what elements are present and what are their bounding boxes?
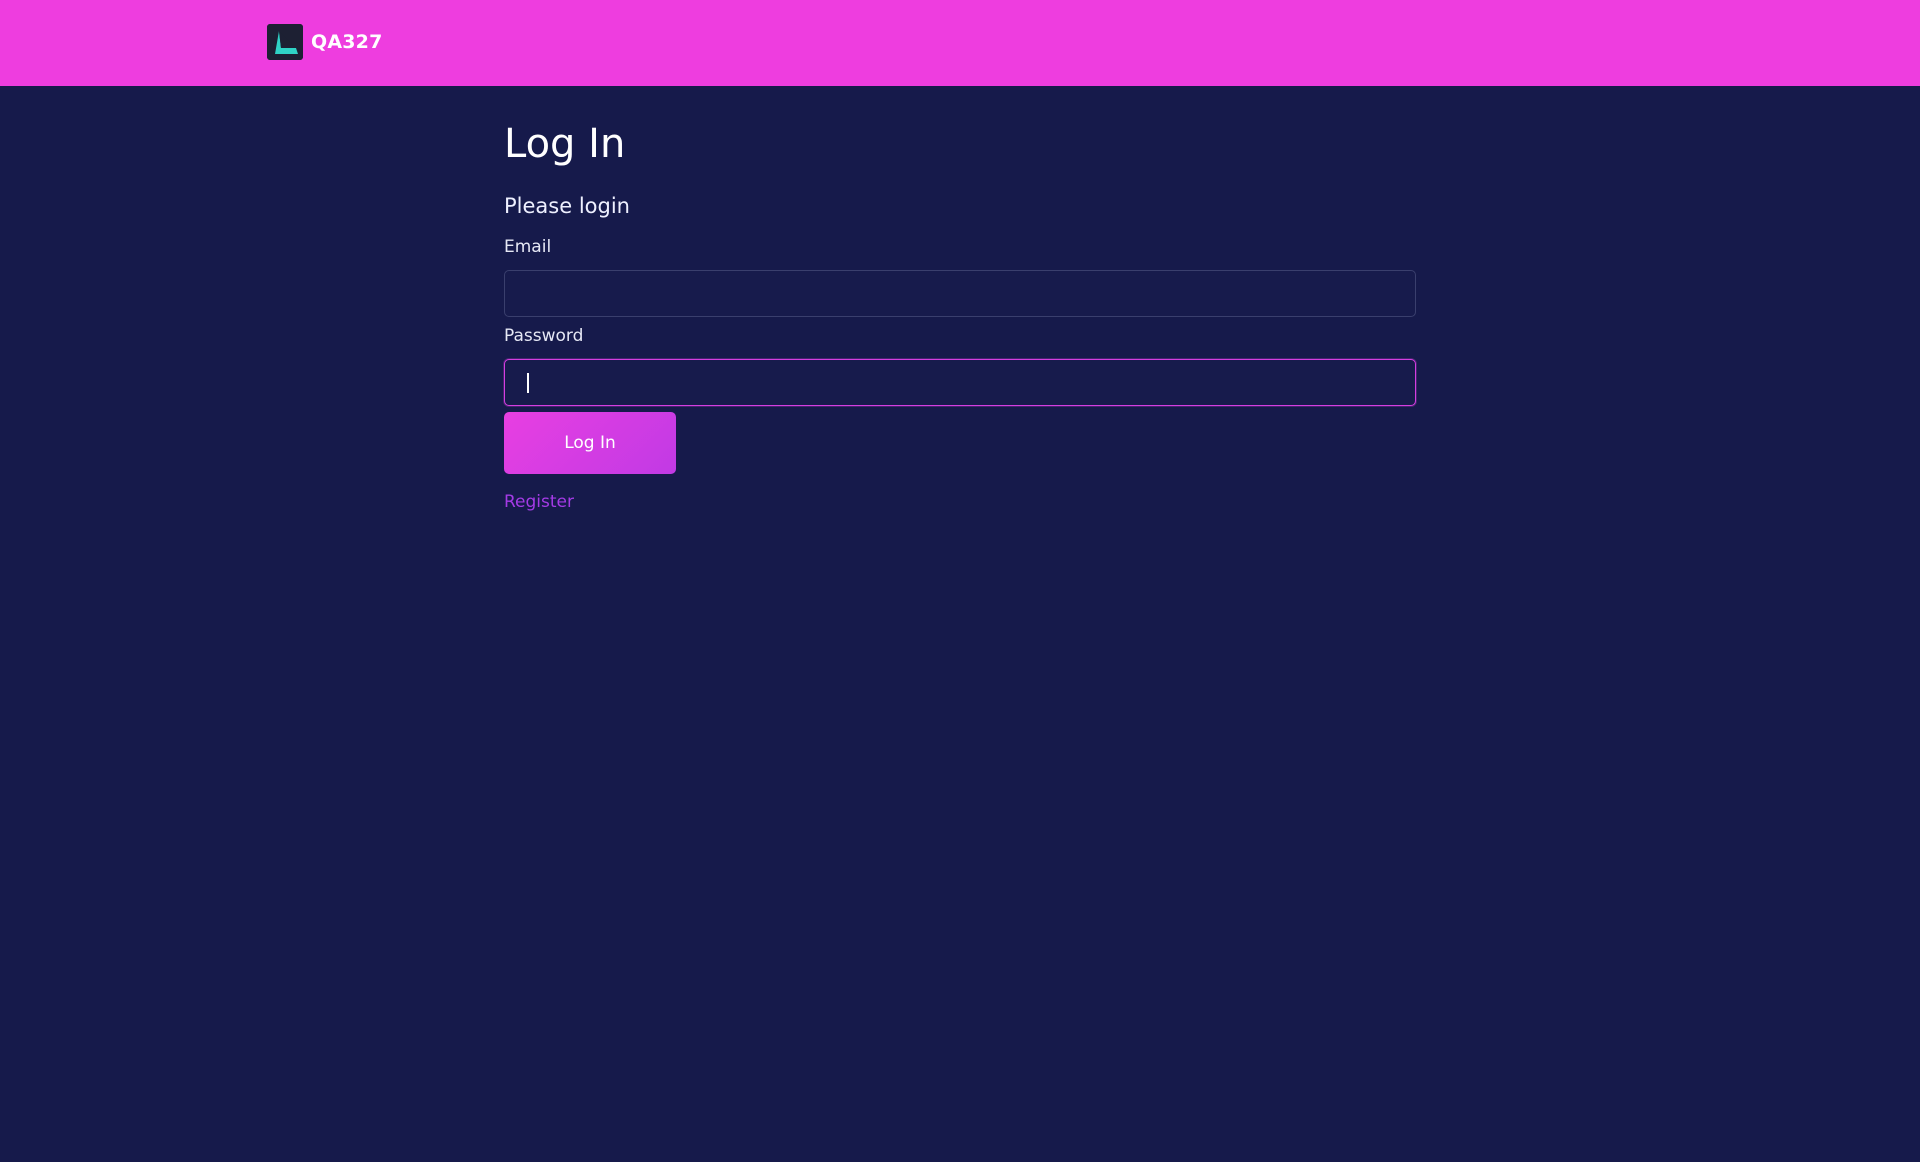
- password-input[interactable]: [504, 359, 1416, 406]
- email-label: Email: [504, 237, 552, 257]
- email-input[interactable]: [504, 270, 1416, 317]
- login-button[interactable]: Log In: [504, 412, 676, 474]
- text-caret: [527, 373, 529, 393]
- login-form: Log In Please login Email Password Log I…: [504, 118, 1416, 512]
- brand[interactable]: QA327: [267, 24, 383, 60]
- triangle-logo-icon: [267, 24, 303, 60]
- password-label: Password: [504, 326, 584, 346]
- top-header: QA327: [0, 0, 1920, 86]
- register-link[interactable]: Register: [504, 492, 574, 512]
- login-subtitle: Please login: [504, 194, 630, 218]
- page-title: Log In: [504, 121, 626, 167]
- brand-name: QA327: [311, 31, 383, 53]
